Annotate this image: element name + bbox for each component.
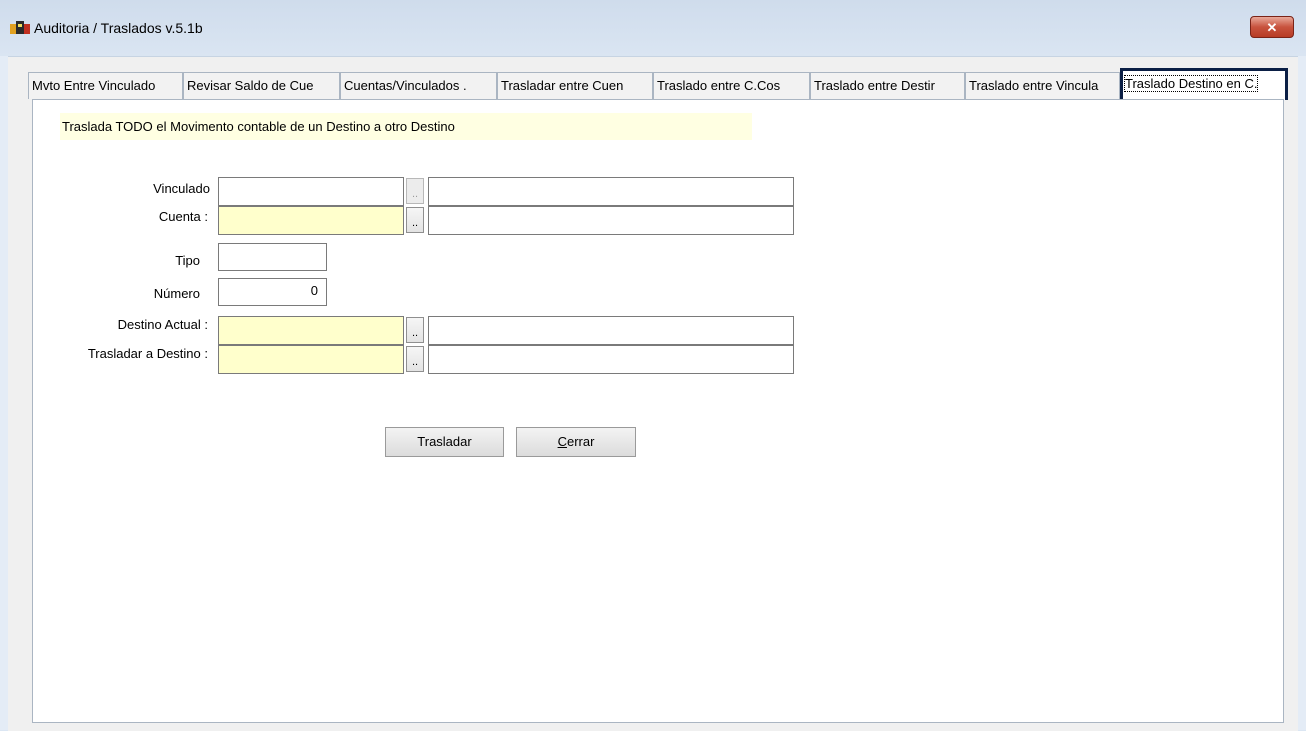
numero-label: Número bbox=[153, 286, 200, 301]
trasladar-button[interactable]: Trasladar bbox=[385, 427, 504, 457]
cerrar-mnemonic: C bbox=[557, 434, 567, 449]
destino-actual-desc-field[interactable] bbox=[428, 316, 794, 345]
vinculado-desc-field[interactable] bbox=[428, 177, 794, 206]
tab-mvto-entre-vinculado[interactable]: Mvto Entre Vinculado bbox=[28, 72, 183, 99]
tipo-field[interactable] bbox=[218, 243, 327, 271]
tab-label: Mvto Entre Vinculado bbox=[32, 78, 156, 93]
cuenta-label: Cuenta : bbox=[158, 209, 208, 224]
tab-label: Traslado entre C.Cos bbox=[657, 78, 781, 93]
tab-label: Revisar Saldo de Cue bbox=[187, 78, 314, 93]
cerrar-label: errar bbox=[566, 434, 595, 449]
tipo-label: Tipo bbox=[175, 253, 200, 268]
title-bar: Auditoria / Traslados v.5.1b ✕ bbox=[0, 0, 1306, 56]
cuenta-desc-field[interactable] bbox=[428, 206, 794, 235]
info-banner: Traslada TODO el Movimento contable de u… bbox=[60, 113, 752, 140]
trasladar-destino-desc-field[interactable] bbox=[428, 345, 794, 374]
tab-cuentas-vinculados[interactable]: Cuentas/Vinculados . bbox=[340, 72, 497, 99]
trasladar-destino-code-field[interactable] bbox=[218, 345, 404, 374]
tab-traslado-destino-en-cc[interactable]: Traslado Destino en C. bbox=[1120, 68, 1288, 100]
window-title: Auditoria / Traslados v.5.1b bbox=[34, 20, 203, 36]
vinculado-code-field[interactable] bbox=[218, 177, 404, 206]
tab-revisar-saldo[interactable]: Revisar Saldo de Cue bbox=[183, 72, 340, 99]
tab-label: Traslado entre Vincula bbox=[969, 78, 1099, 93]
tab-traslado-entre-vinculados[interactable]: Traslado entre Vincula bbox=[965, 72, 1120, 99]
cuenta-browse-button[interactable]: .. bbox=[406, 207, 424, 233]
trasladar-destino-browse-button[interactable]: .. bbox=[406, 346, 424, 372]
tab-label: Cuentas/Vinculados . bbox=[344, 78, 467, 93]
destino-actual-code-field[interactable] bbox=[218, 316, 404, 345]
app-window: Auditoria / Traslados v.5.1b ✕ Mvto Entr… bbox=[0, 0, 1306, 731]
trasladar-destino-label: Trasladar a Destino : bbox=[87, 346, 208, 361]
tab-traslado-entre-ccos[interactable]: Traslado entre C.Cos bbox=[653, 72, 810, 99]
numero-field[interactable]: 0 bbox=[218, 278, 327, 306]
cuenta-code-field[interactable] bbox=[218, 206, 404, 235]
vinculado-browse-button[interactable]: .. bbox=[406, 178, 424, 204]
tab-trasladar-entre-cuentas[interactable]: Trasladar entre Cuen bbox=[497, 72, 653, 99]
tab-label: Trasladar entre Cuen bbox=[501, 78, 624, 93]
tab-traslado-entre-destinos[interactable]: Traslado entre Destir bbox=[810, 72, 965, 99]
close-button[interactable]: ✕ bbox=[1250, 16, 1294, 38]
tab-label: Traslado entre Destir bbox=[814, 78, 935, 93]
destino-actual-browse-button[interactable]: .. bbox=[406, 317, 424, 343]
destino-actual-label: Destino Actual : bbox=[117, 317, 208, 332]
close-icon: ✕ bbox=[1266, 20, 1278, 35]
tab-label: Traslado Destino en C. bbox=[1123, 75, 1259, 92]
vinculado-label: Vinculado bbox=[153, 181, 210, 196]
cerrar-button[interactable]: Cerrar bbox=[516, 427, 636, 457]
app-icon bbox=[10, 21, 30, 34]
